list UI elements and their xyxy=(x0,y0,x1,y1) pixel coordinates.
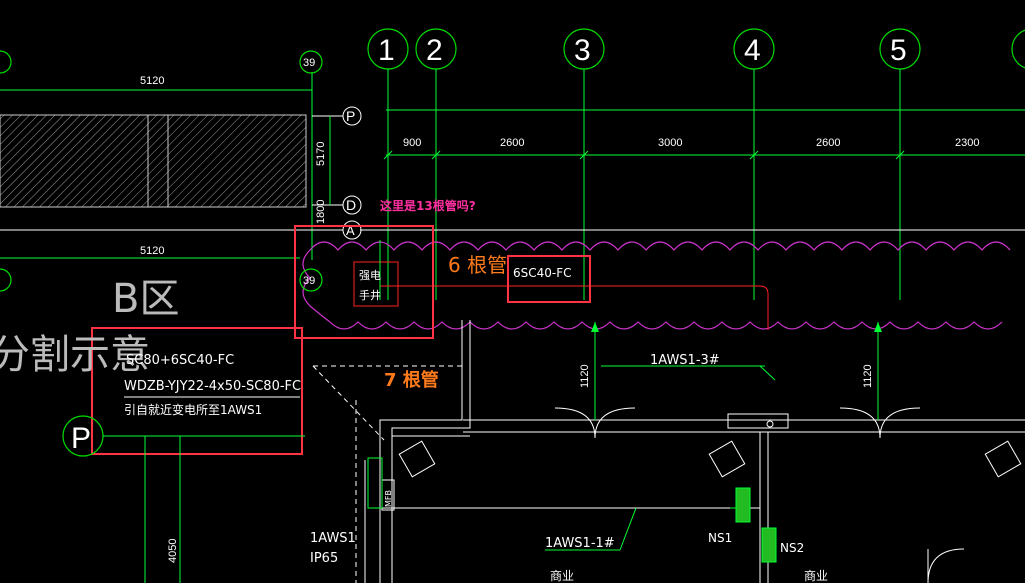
distribution-panels xyxy=(730,487,777,563)
left-axis-top: 39 5120 xyxy=(0,50,323,91)
axis-label-P-bottom: P xyxy=(71,422,91,455)
panel-name: 1AWS1 xyxy=(310,531,356,546)
axis-bubble-left-partial-top xyxy=(0,50,12,74)
cable-note: SC80+6SC40-FC WDZB-YJY22-4x50-SC80-FC 引自… xyxy=(124,353,301,417)
dim-left-span-mid: 5120 xyxy=(140,245,164,257)
shop-label-2: 商业 xyxy=(804,568,828,583)
axis-label-1: 1 xyxy=(378,34,395,67)
small-arrows xyxy=(591,322,882,332)
ns2-panel[interactable] xyxy=(761,527,777,563)
axis-bubble-left-partial-mid xyxy=(0,268,12,292)
panel-ip: IP65 xyxy=(310,551,338,566)
axis-bubbles-top xyxy=(367,28,1025,70)
equipment-markers xyxy=(398,413,1022,478)
cable-note-line2: WDZB-YJY22-4x50-SC80-FC xyxy=(124,379,301,394)
cable-note-line1: SC80+6SC40-FC xyxy=(126,353,234,368)
zone-label: B区 xyxy=(112,276,179,322)
dim-vertical-5170: 5170 xyxy=(315,142,327,166)
row-label-D: D xyxy=(346,197,356,213)
ns2-label: NS2 xyxy=(780,541,804,555)
row-label-P: P xyxy=(346,108,355,124)
room-dimensions xyxy=(594,322,879,420)
dim-2600-a: 2600 xyxy=(500,137,524,149)
pipe-spec-text: 6SC40-FC xyxy=(513,266,572,280)
dim-2300: 2300 xyxy=(955,137,979,149)
cad-drawing-canvas: 1 2 3 4 5 900 2600 3000 2600 2300 39 5 12 xyxy=(0,28,1025,583)
circuit-label-bottom: 1AWS1-1# xyxy=(545,536,615,551)
axis-label-2: 2 xyxy=(426,34,443,67)
shaft-label-line1: 强电 xyxy=(359,269,381,282)
axis-label-5: 5 xyxy=(890,34,907,67)
ns1-label: NS1 xyxy=(708,531,732,545)
axis-label-39-mid: 39 xyxy=(303,275,315,287)
axis-label-4: 4 xyxy=(744,34,761,67)
shop-label-1: 商业 xyxy=(550,568,574,583)
annotation-seven-pipes: 7 根管 xyxy=(384,369,439,391)
axis-label-3: 3 xyxy=(574,34,591,67)
dim-vertical-1800: 1800 xyxy=(315,200,327,224)
shaft-label-line2: 手井 xyxy=(359,288,381,302)
cable-note-line3: 引自就近变电所至1AWS1 xyxy=(124,402,262,417)
hatched-wall-block xyxy=(0,114,307,208)
mfb-box: MFB xyxy=(367,457,395,511)
mfb-label: MFB xyxy=(384,490,393,507)
dim-900: 900 xyxy=(403,137,421,149)
annotation-question: 这里是13根管吗? xyxy=(380,198,476,213)
dim-3000: 3000 xyxy=(658,137,682,149)
dim-left-span-top: 5120 xyxy=(140,75,164,87)
axis-grid-lines xyxy=(311,69,901,300)
circuit-label-top: 1AWS1-3# xyxy=(650,353,720,368)
axis-bubble-partial xyxy=(1011,29,1025,69)
bottom-left-axis-P: P 4050 xyxy=(62,415,305,583)
row-marker-labels: P D A 5170 1800 xyxy=(315,108,356,238)
clear-dim-2: 1120 xyxy=(862,364,874,388)
axis-label-39-top: 39 xyxy=(303,57,315,69)
electric-shaft: 强电 手井 xyxy=(353,240,399,307)
dim-bottom-vertical: 4050 xyxy=(167,539,179,563)
cable-route-red xyxy=(380,285,769,330)
top-dimension-chain xyxy=(383,109,1025,160)
axis-bubble-labels: 1 2 3 4 5 xyxy=(378,34,907,67)
ns1-panel[interactable] xyxy=(735,487,751,523)
dim-2600-b: 2600 xyxy=(816,137,840,149)
annotation-six-pipes: 6 根管 xyxy=(448,253,507,277)
top-dimension-values: 900 2600 3000 2600 2300 xyxy=(403,137,979,149)
left-axis-39-mid: 39 xyxy=(299,268,323,292)
clear-dim-1: 1120 xyxy=(579,364,591,388)
